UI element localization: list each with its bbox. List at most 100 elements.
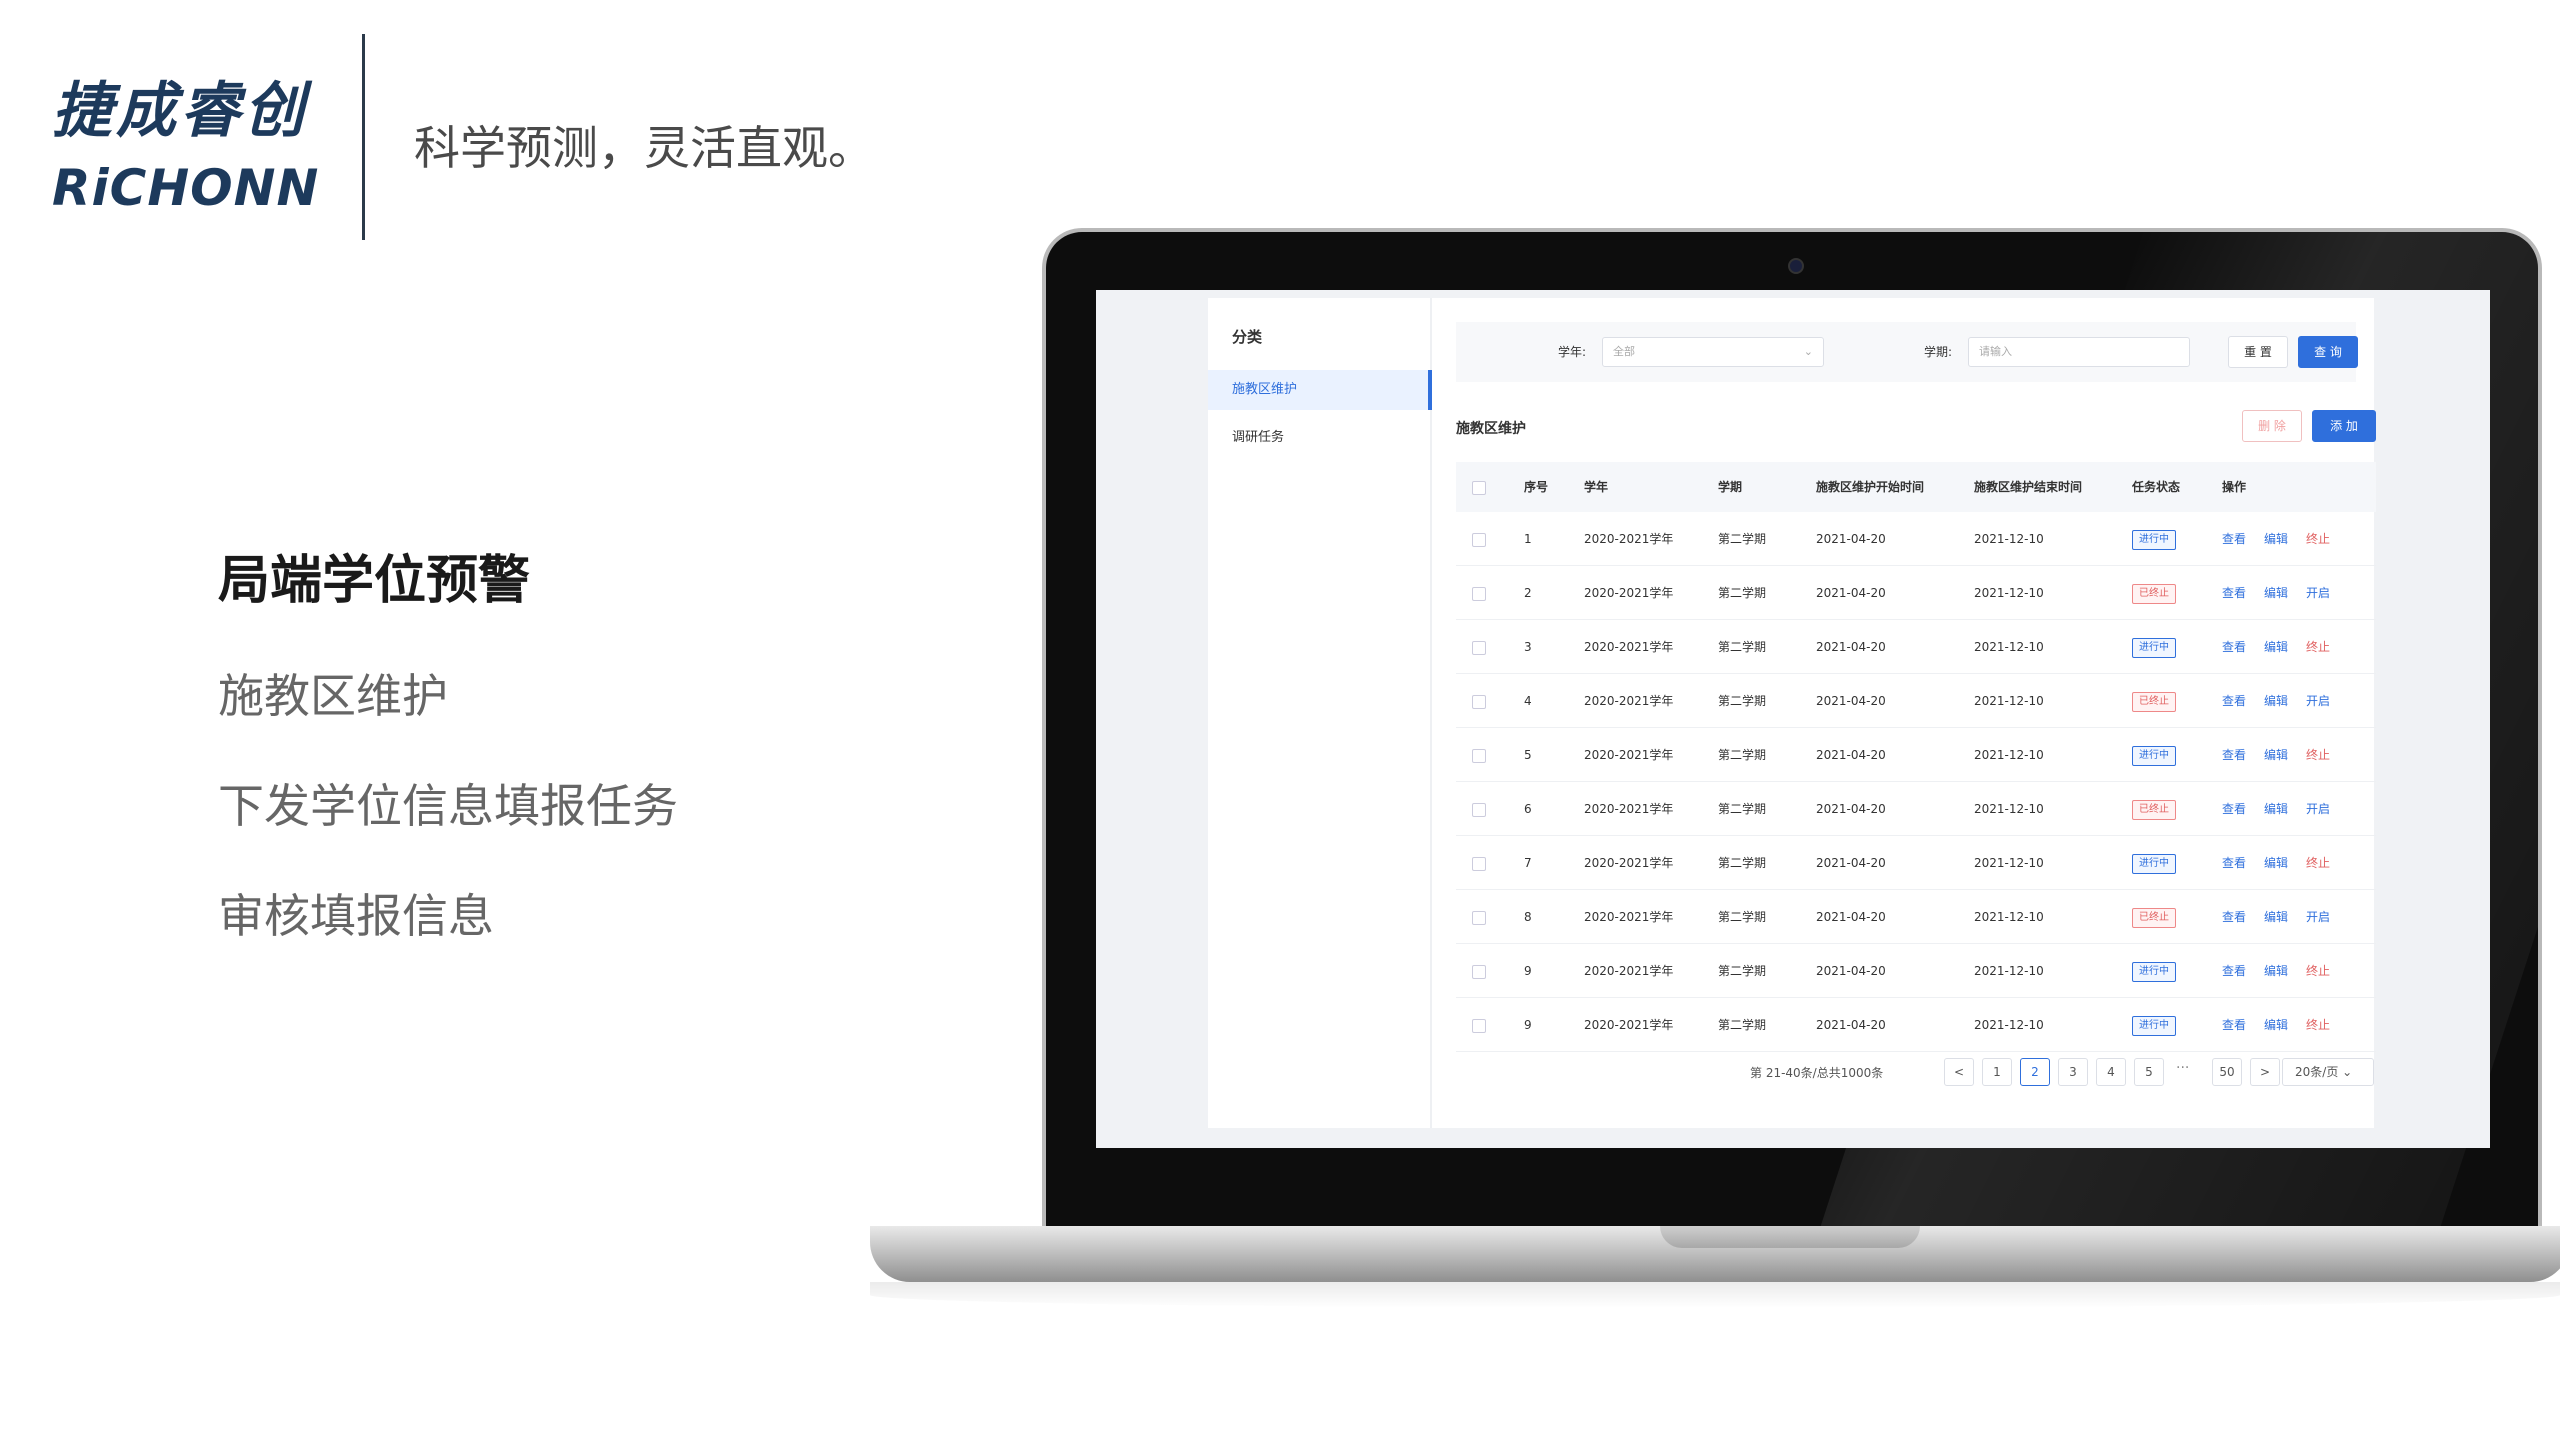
edit-link[interactable]: 编辑 (2264, 1018, 2288, 1032)
sidebar-item-district-maintenance[interactable]: 施教区维护 (1208, 370, 1432, 410)
toggle-status-link[interactable]: 开启 (2306, 694, 2330, 708)
toggle-status-link[interactable]: 终止 (2306, 1018, 2330, 1032)
view-link[interactable]: 查看 (2222, 640, 2246, 654)
cell-status: 进行中 (2132, 944, 2176, 998)
edit-link[interactable]: 编辑 (2264, 964, 2288, 978)
edit-link[interactable]: 编辑 (2264, 640, 2288, 654)
cell-start-time: 2021-04-20 (1816, 1018, 1886, 1032)
cell-start-time: 2021-04-20 (1816, 586, 1886, 600)
camera-icon (1788, 258, 1804, 274)
cell-actions: 查看 编辑 开启 (2222, 674, 2348, 728)
toggle-status-link[interactable]: 终止 (2306, 532, 2330, 546)
status-badge: 进行中 (2132, 853, 2176, 874)
tagline: 科学预测，灵活直观。 (414, 121, 874, 175)
edit-link[interactable]: 编辑 (2264, 532, 2288, 546)
cell-year: 2020-2021学年 (1584, 910, 1674, 924)
toggle-status-link[interactable]: 终止 (2306, 964, 2330, 978)
row-checkbox[interactable] (1472, 782, 1486, 836)
toggle-status-link[interactable]: 开启 (2306, 910, 2330, 924)
view-link[interactable]: 查看 (2222, 910, 2246, 924)
edit-link[interactable]: 编辑 (2264, 694, 2288, 708)
toggle-status-link[interactable]: 终止 (2306, 748, 2330, 762)
toggle-status-link[interactable]: 开启 (2306, 802, 2330, 816)
edit-link[interactable]: 编辑 (2264, 748, 2288, 762)
edit-link[interactable]: 编辑 (2264, 802, 2288, 816)
row-checkbox[interactable] (1472, 620, 1486, 674)
status-badge: 进行中 (2132, 1015, 2176, 1036)
view-link[interactable]: 查看 (2222, 964, 2246, 978)
year-select[interactable]: 全部 ⌄ (1602, 337, 1824, 367)
status-badge: 进行中 (2132, 637, 2176, 658)
sidebar-item-survey-tasks[interactable]: 调研任务 (1208, 418, 1432, 458)
term-filter-label: 学期: (1924, 345, 1953, 359)
status-badge: 进行中 (2132, 529, 2176, 550)
add-button[interactable]: 添 加 (2312, 410, 2376, 442)
cell-status: 已终止 (2132, 674, 2176, 728)
page-button[interactable]: 1 (1982, 1058, 2012, 1086)
cell-year: 2020-2021学年 (1584, 586, 1674, 600)
cell-year: 2020-2021学年 (1584, 694, 1674, 708)
laptop-screen: 分类 施教区维护 调研任务 学年: 全部 ⌄ 学期: 请输入 重 置 查 询 施… (1096, 290, 2490, 1148)
cell-status: 已终止 (2132, 782, 2176, 836)
row-checkbox[interactable] (1472, 944, 1486, 998)
cell-end-time: 2021-12-10 (1974, 748, 2044, 762)
row-checkbox[interactable] (1472, 728, 1486, 782)
status-badge: 进行中 (2132, 961, 2176, 982)
page-button-current[interactable]: 2 (2020, 1058, 2050, 1086)
toggle-status-link[interactable]: 终止 (2306, 856, 2330, 870)
edit-link[interactable]: 编辑 (2264, 910, 2288, 924)
logo-chinese-text: 捷成睿创 (52, 76, 308, 146)
cell-end-time: 2021-12-10 (1974, 694, 2044, 708)
table-row: 6 2020-2021学年 第二学期 2021-04-20 2021-12-10 已终止 查… (1456, 782, 2376, 836)
cell-term: 第二学期 (1718, 1018, 1767, 1032)
page-button[interactable]: 5 (2134, 1058, 2164, 1086)
view-link[interactable]: 查看 (2222, 856, 2246, 870)
cell-term: 第二学期 (1718, 586, 1767, 600)
reset-button[interactable]: 重 置 (2228, 336, 2288, 368)
query-button[interactable]: 查 询 (2298, 336, 2358, 368)
cell-end-time: 2021-12-10 (1974, 964, 2044, 978)
view-link[interactable]: 查看 (2222, 1018, 2246, 1032)
cell-actions: 查看 编辑 终止 (2222, 944, 2348, 998)
cell-actions: 查看 编辑 开启 (2222, 890, 2348, 944)
page-button[interactable]: 3 (2058, 1058, 2088, 1086)
next-page-button[interactable]: > (2250, 1058, 2280, 1086)
status-badge: 已终止 (2132, 691, 2176, 712)
view-link[interactable]: 查看 (2222, 694, 2246, 708)
view-link[interactable]: 查看 (2222, 586, 2246, 600)
table-row: 2 2020-2021学年 第二学期 2021-04-20 2021-12-10 已终止 查… (1456, 566, 2376, 620)
toggle-status-link[interactable]: 开启 (2306, 586, 2330, 600)
row-checkbox[interactable] (1472, 890, 1486, 944)
year-filter-label: 学年: (1558, 345, 1587, 359)
prev-page-button[interactable]: < (1944, 1058, 1974, 1086)
page-size-select[interactable]: 20条/页 ⌄ (2282, 1058, 2374, 1086)
header-index: 序号 (1524, 480, 1549, 494)
cell-index: 2 (1524, 586, 1532, 600)
view-link[interactable]: 查看 (2222, 532, 2246, 546)
cell-end-time: 2021-12-10 (1974, 640, 2044, 654)
cell-actions: 查看 编辑 终止 (2222, 728, 2348, 782)
cell-status: 进行中 (2132, 512, 2176, 566)
view-link[interactable]: 查看 (2222, 748, 2246, 762)
edit-link[interactable]: 编辑 (2264, 586, 2288, 600)
cell-term: 第二学期 (1718, 532, 1767, 546)
view-link[interactable]: 查看 (2222, 802, 2246, 816)
cell-status: 已终止 (2132, 890, 2176, 944)
table-row: 7 2020-2021学年 第二学期 2021-04-20 2021-12-10 进行中 查… (1456, 836, 2376, 890)
row-checkbox[interactable] (1472, 674, 1486, 728)
row-checkbox[interactable] (1472, 998, 1486, 1052)
table-header: 序号 学年 学期 施教区维护开始时间 施教区维护结束时间 任务状态 操作 (1456, 462, 2376, 512)
last-page-button[interactable]: 50 (2212, 1058, 2242, 1086)
row-checkbox[interactable] (1472, 836, 1486, 890)
page-button[interactable]: 4 (2096, 1058, 2126, 1086)
cell-start-time: 2021-04-20 (1816, 910, 1886, 924)
row-checkbox[interactable] (1472, 512, 1486, 566)
row-checkbox[interactable] (1472, 566, 1486, 620)
delete-button[interactable]: 删 除 (2242, 410, 2302, 442)
term-input[interactable]: 请输入 (1968, 337, 2190, 367)
toggle-status-link[interactable]: 终止 (2306, 640, 2330, 654)
select-all-checkbox[interactable] (1472, 462, 1486, 512)
edit-link[interactable]: 编辑 (2264, 856, 2288, 870)
table-row: 1 2020-2021学年 第二学期 2021-04-20 2021-12-10 进行中 查… (1456, 512, 2376, 566)
cell-year: 2020-2021学年 (1584, 856, 1674, 870)
